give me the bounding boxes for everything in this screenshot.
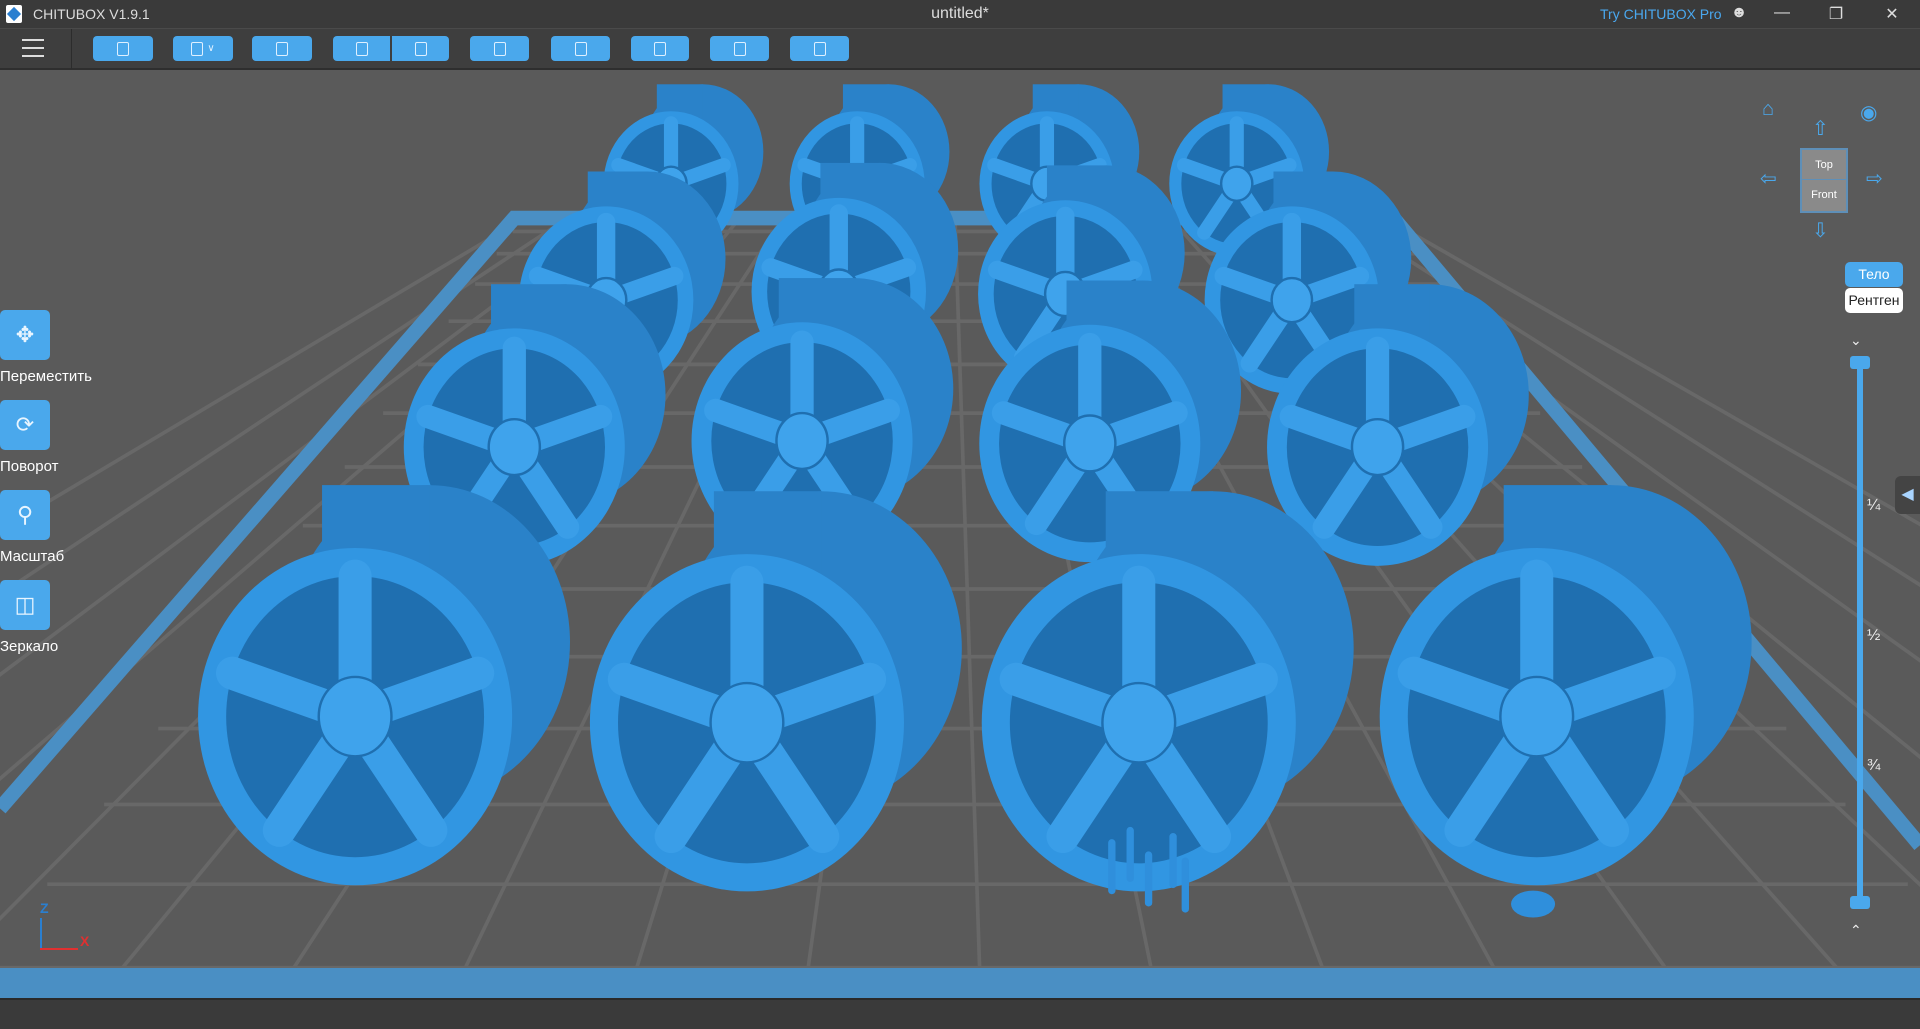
view-top[interactable]: Top: [1802, 150, 1846, 180]
home-view-icon[interactable]: ⌂: [1762, 98, 1774, 121]
app-logo: [6, 5, 22, 23]
undo-icon: [355, 41, 368, 56]
bolt-part: [1126, 826, 1134, 882]
wheel-hub: [1062, 414, 1117, 473]
chevron-down-icon: ∨: [207, 43, 215, 54]
move-tool-button[interactable]: ✥: [0, 310, 50, 360]
save-button[interactable]: ∨: [173, 36, 233, 61]
auto-layout-button[interactable]: [252, 36, 312, 61]
maximize-button[interactable]: ❐: [1824, 4, 1848, 24]
plate-front-edge: [0, 968, 1920, 998]
rotate-tool-button[interactable]: ⟳: [0, 400, 50, 450]
x-axis-label: X: [80, 933, 90, 949]
scale-tool-label: Масштаб: [0, 548, 65, 565]
status-bar: [0, 998, 1920, 1029]
bolt-part: [1181, 857, 1189, 913]
move-icon: ✥: [15, 322, 35, 347]
z-axis-line: [40, 918, 42, 950]
view-cube[interactable]: Top Front: [1800, 148, 1848, 213]
divider: [71, 29, 72, 69]
bolt-part: [1144, 851, 1153, 907]
redo-button[interactable]: [392, 36, 449, 61]
layout-icon: [276, 41, 288, 56]
xray-mode-button[interactable]: Рентген: [1845, 288, 1903, 313]
open-file-button[interactable]: [93, 36, 153, 61]
scale-icon: ⚲: [16, 502, 34, 527]
fill-hole-button[interactable]: [710, 36, 769, 61]
folder-icon: [117, 41, 129, 56]
mirror-tool-button[interactable]: ◫: [0, 580, 50, 630]
minimize-button[interactable]: —: [1770, 4, 1794, 22]
wheel-hub: [775, 411, 829, 471]
wheel-hub: [1350, 417, 1405, 477]
cap-part: [1511, 890, 1556, 918]
supports-button[interactable]: [551, 36, 610, 61]
undo-button[interactable]: [333, 36, 390, 61]
dig-hole-button[interactable]: [790, 36, 849, 61]
arrow-up-icon[interactable]: ⇧: [1812, 116, 1829, 141]
mirror-tool-label: Зеркало: [0, 638, 59, 655]
wheel-hub: [317, 675, 393, 758]
hollow-button[interactable]: [631, 36, 689, 61]
z-axis-label: Z: [40, 900, 49, 916]
bolt-part: [1108, 839, 1116, 895]
close-button[interactable]: ✕: [1880, 4, 1904, 24]
bolt-part: [1169, 833, 1177, 889]
lock-box-icon: [813, 41, 826, 56]
wheel-hub: [1101, 681, 1177, 764]
supports-icon: [574, 41, 587, 56]
upper-slider-handle[interactable]: [1850, 356, 1870, 369]
lower-slider-handle[interactable]: [1850, 896, 1870, 909]
user-icon[interactable]: ☻: [1727, 4, 1751, 22]
try-pro-link[interactable]: Try CHITUBOX Pro: [1600, 6, 1722, 22]
collapse-panel-button[interactable]: ◀: [1895, 476, 1920, 514]
view-front[interactable]: Front: [1802, 180, 1846, 210]
solid-mode-button[interactable]: Тело: [1845, 262, 1903, 287]
title-bar: CHITUBOX V1.9.1 untitled* Try CHITUBOX P…: [0, 0, 1920, 28]
eye-icon[interactable]: ◉: [1860, 100, 1877, 125]
wheel-hub: [709, 681, 785, 764]
wheel-hub: [1219, 165, 1254, 203]
bottle-icon: [654, 41, 666, 56]
3d-viewport[interactable]: [0, 0, 1920, 1029]
wheel-hub: [487, 417, 542, 477]
three-quarter-mark: ¾: [1867, 757, 1881, 774]
wheel-hub: [1270, 276, 1314, 324]
layer-slider[interactable]: [1857, 362, 1863, 904]
scale-tool-button[interactable]: ⚲: [0, 490, 50, 540]
redo-icon: [414, 41, 427, 56]
menu-icon[interactable]: [22, 39, 44, 57]
toolbar: ∨: [0, 28, 1920, 70]
x-axis-line: [40, 948, 78, 950]
arrow-left-icon[interactable]: ⇦: [1760, 166, 1777, 191]
mirror-icon: ◫: [14, 592, 36, 617]
half-mark: ½: [1867, 627, 1881, 644]
rotate-icon: ⟳: [15, 412, 35, 437]
list-icon: [493, 41, 506, 56]
square-dot-icon: [733, 41, 746, 56]
move-tool-label: Переместить: [0, 368, 92, 385]
rotate-tool-label: Поворот: [0, 458, 59, 475]
arrow-right-icon[interactable]: ⇨: [1866, 166, 1883, 191]
wheel-hub: [1499, 675, 1575, 758]
quarter-mark: ¼: [1867, 497, 1881, 514]
arrow-down-icon[interactable]: ⇩: [1812, 218, 1829, 243]
app-name: CHITUBOX V1.9.1: [33, 6, 150, 22]
save-icon: [191, 41, 204, 56]
slice-list-button[interactable]: [470, 36, 529, 61]
chevron-up-icon[interactable]: ⌃: [1850, 922, 1862, 939]
chevron-down-icon[interactable]: ⌄: [1850, 332, 1862, 349]
